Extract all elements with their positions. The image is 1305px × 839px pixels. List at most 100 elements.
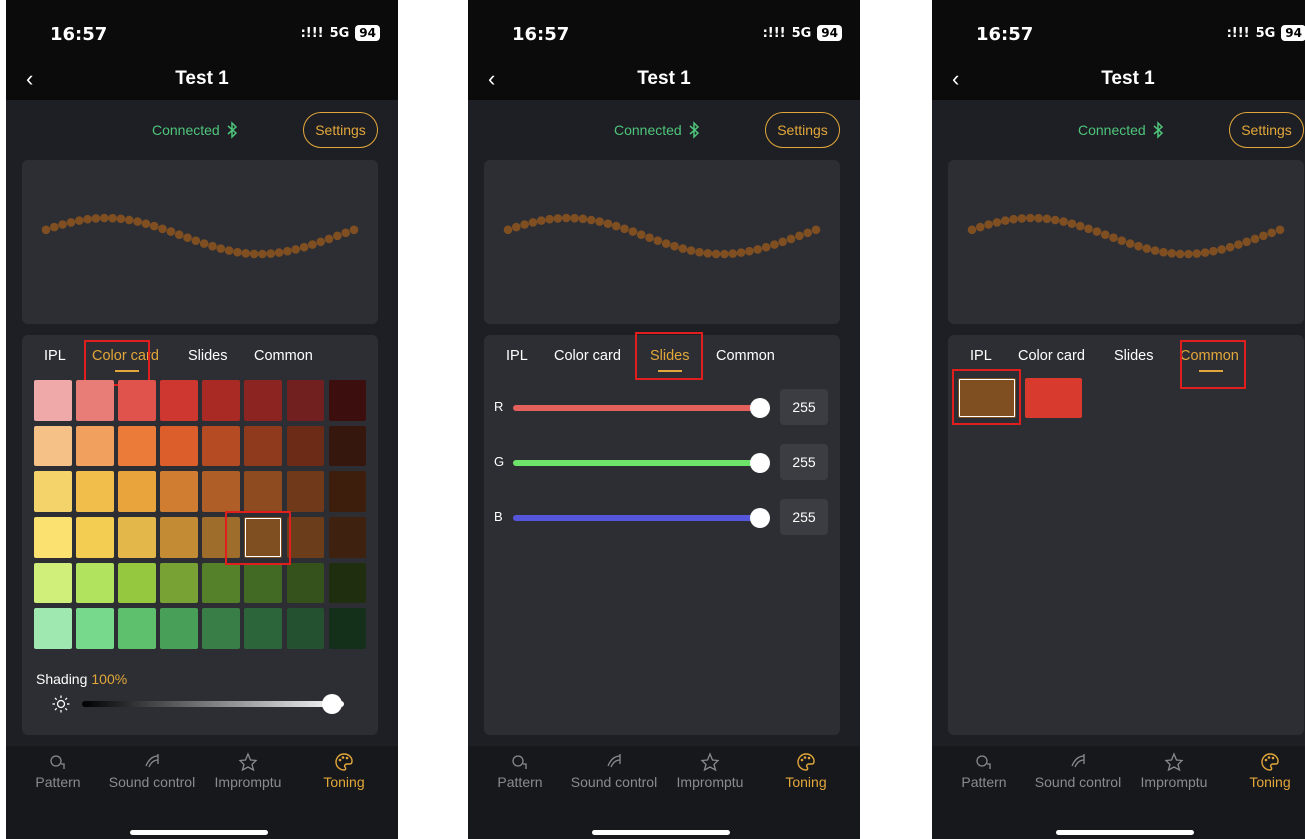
color-swatch[interactable] bbox=[34, 517, 72, 558]
color-swatch[interactable] bbox=[244, 471, 282, 512]
led-dot bbox=[274, 248, 284, 257]
tab-color-card[interactable]: Color card bbox=[1018, 348, 1085, 364]
nav-pattern[interactable]: Pattern bbox=[474, 746, 566, 791]
color-swatch[interactable] bbox=[244, 425, 282, 467]
slider-green-track[interactable] bbox=[513, 460, 759, 466]
color-swatch[interactable] bbox=[202, 562, 240, 604]
led-dot bbox=[216, 244, 226, 253]
color-swatch[interactable] bbox=[328, 471, 367, 512]
settings-button[interactable]: Settings bbox=[1229, 112, 1304, 148]
nav-sound-control[interactable]: Sound control bbox=[568, 746, 660, 791]
color-swatch[interactable] bbox=[244, 608, 282, 649]
bottom-nav: Pattern Sound control Impromptu Toning bbox=[932, 746, 1305, 839]
color-swatch[interactable] bbox=[160, 517, 198, 558]
color-swatch[interactable] bbox=[286, 608, 325, 649]
color-swatch[interactable] bbox=[202, 380, 240, 421]
color-swatch[interactable] bbox=[202, 608, 240, 649]
settings-button[interactable]: Settings bbox=[303, 112, 378, 148]
led-dot bbox=[586, 215, 596, 225]
color-swatch[interactable] bbox=[118, 471, 156, 512]
nav-toning[interactable]: Toning bbox=[298, 746, 390, 791]
color-swatch[interactable] bbox=[118, 562, 156, 604]
color-swatch[interactable] bbox=[202, 425, 240, 467]
slider-green-value[interactable]: 255 bbox=[780, 444, 828, 480]
slider-green-knob[interactable] bbox=[750, 453, 770, 473]
tab-common[interactable]: Common bbox=[254, 348, 313, 364]
color-swatch[interactable] bbox=[76, 517, 114, 558]
color-swatch[interactable] bbox=[118, 517, 156, 558]
tab-ipl[interactable]: IPL bbox=[970, 348, 992, 364]
led-dot bbox=[503, 225, 513, 235]
color-swatch[interactable] bbox=[34, 471, 72, 512]
color-swatch[interactable] bbox=[244, 562, 282, 604]
nav-impromptu[interactable]: Impromptu bbox=[202, 746, 294, 791]
color-swatch[interactable] bbox=[76, 608, 114, 649]
slider-red-knob[interactable] bbox=[750, 398, 770, 418]
nav-pattern-label: Pattern bbox=[961, 774, 1007, 790]
color-swatch[interactable] bbox=[286, 517, 325, 558]
color-swatch[interactable] bbox=[328, 562, 367, 604]
color-swatch[interactable] bbox=[118, 425, 156, 467]
tab-ipl[interactable]: IPL bbox=[44, 348, 66, 364]
tab-slides[interactable]: Slides bbox=[188, 348, 228, 364]
settings-button[interactable]: Settings bbox=[765, 112, 840, 148]
color-swatch[interactable] bbox=[328, 608, 367, 649]
slider-blue-value[interactable]: 255 bbox=[780, 499, 828, 535]
led-dot bbox=[183, 233, 192, 242]
color-swatch[interactable] bbox=[328, 380, 367, 421]
tab-ipl[interactable]: IPL bbox=[506, 348, 528, 364]
color-swatch[interactable] bbox=[328, 517, 367, 558]
nav-sound-control[interactable]: Sound control bbox=[1032, 746, 1124, 791]
color-swatch[interactable] bbox=[76, 471, 114, 512]
led-dot bbox=[166, 227, 176, 236]
color-swatch[interactable] bbox=[160, 380, 198, 421]
shading-slider-track[interactable] bbox=[82, 701, 344, 707]
color-swatch[interactable] bbox=[34, 562, 72, 604]
slider-blue-knob[interactable] bbox=[750, 508, 770, 528]
led-dot bbox=[100, 213, 109, 223]
nav-toning[interactable]: Toning bbox=[760, 746, 852, 791]
color-swatch[interactable] bbox=[286, 562, 325, 604]
color-swatch[interactable] bbox=[244, 380, 282, 421]
led-dot bbox=[803, 228, 812, 238]
color-swatch[interactable] bbox=[160, 562, 198, 604]
led-dot bbox=[1209, 246, 1218, 256]
color-swatch[interactable] bbox=[76, 380, 114, 421]
color-swatch[interactable] bbox=[34, 380, 72, 421]
color-swatch[interactable] bbox=[118, 608, 156, 649]
led-dot bbox=[1059, 217, 1068, 226]
shading-slider-knob[interactable] bbox=[322, 694, 342, 714]
slider-blue-track[interactable] bbox=[513, 515, 759, 521]
color-swatch[interactable] bbox=[286, 425, 325, 467]
bottom-nav: Pattern Sound control Impromptu Toning bbox=[468, 746, 860, 839]
color-swatch[interactable] bbox=[328, 425, 367, 467]
nav-impromptu[interactable]: Impromptu bbox=[664, 746, 756, 791]
color-swatch[interactable] bbox=[34, 425, 72, 467]
nav-pattern[interactable]: Pattern bbox=[938, 746, 1030, 791]
slider-red-track[interactable] bbox=[513, 405, 759, 411]
led-dot bbox=[620, 224, 629, 234]
slider-red-value[interactable]: 255 bbox=[780, 389, 828, 425]
color-swatch[interactable] bbox=[76, 425, 114, 467]
led-dot bbox=[736, 248, 746, 257]
color-swatch[interactable] bbox=[34, 608, 72, 649]
nav-pattern[interactable]: Pattern bbox=[12, 746, 104, 791]
common-color-swatch[interactable] bbox=[1025, 378, 1082, 418]
nav-sound-control[interactable]: Sound control bbox=[106, 746, 198, 791]
page-title: Test 1 bbox=[175, 68, 229, 89]
color-swatch[interactable] bbox=[160, 471, 198, 512]
color-swatch[interactable] bbox=[76, 562, 114, 604]
color-swatch[interactable] bbox=[160, 608, 198, 649]
tab-common[interactable]: Common bbox=[716, 348, 775, 364]
color-swatch[interactable] bbox=[286, 471, 325, 512]
nav-toning[interactable]: Toning bbox=[1224, 746, 1305, 791]
color-swatch[interactable] bbox=[202, 471, 240, 512]
color-swatch[interactable] bbox=[286, 380, 325, 421]
tab-slides[interactable]: Slides bbox=[1114, 348, 1154, 364]
nav-toning-label: Toning bbox=[323, 774, 365, 790]
color-swatch[interactable] bbox=[118, 380, 156, 421]
color-swatch[interactable] bbox=[160, 425, 198, 467]
tab-color-card[interactable]: Color card bbox=[554, 348, 621, 364]
nav-impromptu[interactable]: Impromptu bbox=[1128, 746, 1220, 791]
led-dot bbox=[1026, 213, 1035, 223]
